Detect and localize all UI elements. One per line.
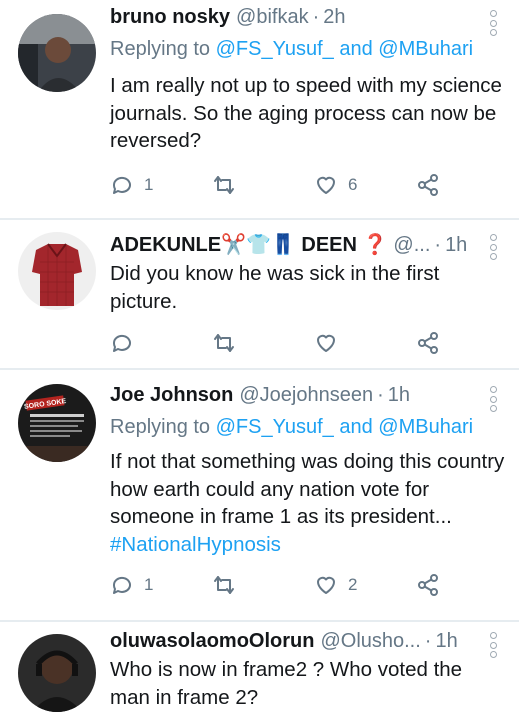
more-options-icon[interactable] [487,10,499,36]
mention-link[interactable]: @MBuhari [378,416,473,438]
like-button[interactable]: 2 [314,572,357,598]
display-name[interactable]: bruno nosky [110,6,230,29]
tweet-2[interactable]: ADEKUNLE✂️👕👖 DEEN ❓ @... · 1h Did you kn… [0,220,519,368]
avatar-photo [18,14,96,92]
separator-dot: · [424,630,432,652]
tweet-text: Who is now in frame2 ? Who voted the man… [110,658,463,709]
tweet-actions: 1 2 [110,572,450,598]
like-count: 2 [348,575,358,594]
separator-dot: · [377,384,384,406]
replying-prefix: Replying to [110,416,211,438]
timestamp: 2h [323,6,346,28]
avatar[interactable] [18,14,96,92]
reply-button[interactable]: 1 [110,172,153,198]
timestamp: 1h [435,630,458,652]
reply-icon [112,176,131,194]
like-button[interactable] [314,330,348,356]
tweet-text: If not that something was doing this cou… [110,448,505,558]
avatar[interactable] [18,232,96,310]
mention-link[interactable]: @FS_Yusuf_ [216,38,334,60]
tweet-header: oluwasolaomoOlorun @Olusho... · 1h [110,630,479,658]
separator-dot: · [312,6,320,28]
mention-link[interactable]: @MBuhari [378,38,473,60]
tweet-header: ADEKUNLE✂️👕👖 DEEN ❓ @... · 1h [110,232,479,260]
retweet-button[interactable] [212,330,246,356]
retweet-icon [214,576,234,594]
reply-button[interactable] [110,330,144,356]
like-icon [317,334,335,352]
display-name[interactable]: Joe Johnson [110,384,233,407]
reply-count: 1 [144,575,154,594]
share-button[interactable] [416,572,440,598]
share-icon [418,332,438,354]
tweet-actions [110,330,450,356]
reply-button[interactable]: 1 [110,572,153,598]
like-icon [317,576,335,594]
tweet-4[interactable]: oluwasolaomoOlorun @Olusho... · 1h Who i… [0,622,519,725]
replying-and: and [339,38,373,60]
tweet-text-content: If not that something was doing this cou… [110,450,505,528]
user-handle[interactable]: @... [393,234,430,257]
retweet-button[interactable] [212,172,246,198]
like-count: 6 [348,175,358,194]
share-button[interactable] [416,172,440,198]
tweet-header: bruno nosky @bifkak · 2h [110,6,479,34]
user-handle[interactable]: @bifkak [236,6,309,29]
avatar[interactable]: SORO SOKE [18,384,96,462]
avatar-photo [18,634,96,712]
user-handle[interactable]: @Joejohnseen [239,384,373,407]
separator-dot: · [434,234,442,256]
like-icon [317,176,335,194]
replying-to: Replying to @FS_Yusuf_ and @MBuhari [110,38,473,61]
share-icon [418,574,438,596]
timestamp: 1h [387,384,411,406]
reply-count: 1 [144,175,154,194]
tweet-3[interactable]: SORO SOKE Joe Johnson @Joejohnseen · 1h … [0,370,519,620]
retweet-icon [214,176,234,194]
tweet-1[interactable]: bruno nosky @bifkak · 2h Replying to @FS… [0,0,519,218]
share-icon [418,174,438,196]
more-options-icon[interactable] [487,234,499,260]
retweet-button[interactable] [212,572,246,598]
like-button[interactable]: 6 [314,172,357,198]
tweet-text: Did you know he was sick in the first pi… [110,262,440,313]
reply-icon [112,576,131,594]
replying-to: Replying to @FS_Yusuf_ and @MBuhari [110,416,473,439]
replying-and: and [339,416,373,438]
retweet-icon [214,334,234,352]
share-button[interactable] [416,330,440,356]
mention-link[interactable]: @FS_Yusuf_ [216,416,334,438]
replying-prefix: Replying to [110,38,211,60]
avatar-photo: SORO SOKE [18,384,96,462]
avatar[interactable] [18,634,96,712]
display-name[interactable]: oluwasolaomoOlorun [110,630,314,653]
hashtag-link[interactable]: #NationalHypnosis [110,533,281,556]
tweet-actions: 1 6 [110,172,450,198]
user-handle[interactable]: @Olusho... [320,630,420,653]
display-name[interactable]: ADEKUNLE✂️👕👖 DEEN ❓ [110,232,387,257]
timestamp: 1h [445,234,468,256]
more-options-icon[interactable] [487,386,499,412]
avatar-photo [18,232,96,310]
more-options-icon[interactable] [487,632,499,658]
tweet-header: Joe Johnson @Joejohnseen · 1h [110,384,479,412]
reply-icon [112,334,131,352]
tweet-text: I am really not up to speed with my scie… [110,74,502,152]
